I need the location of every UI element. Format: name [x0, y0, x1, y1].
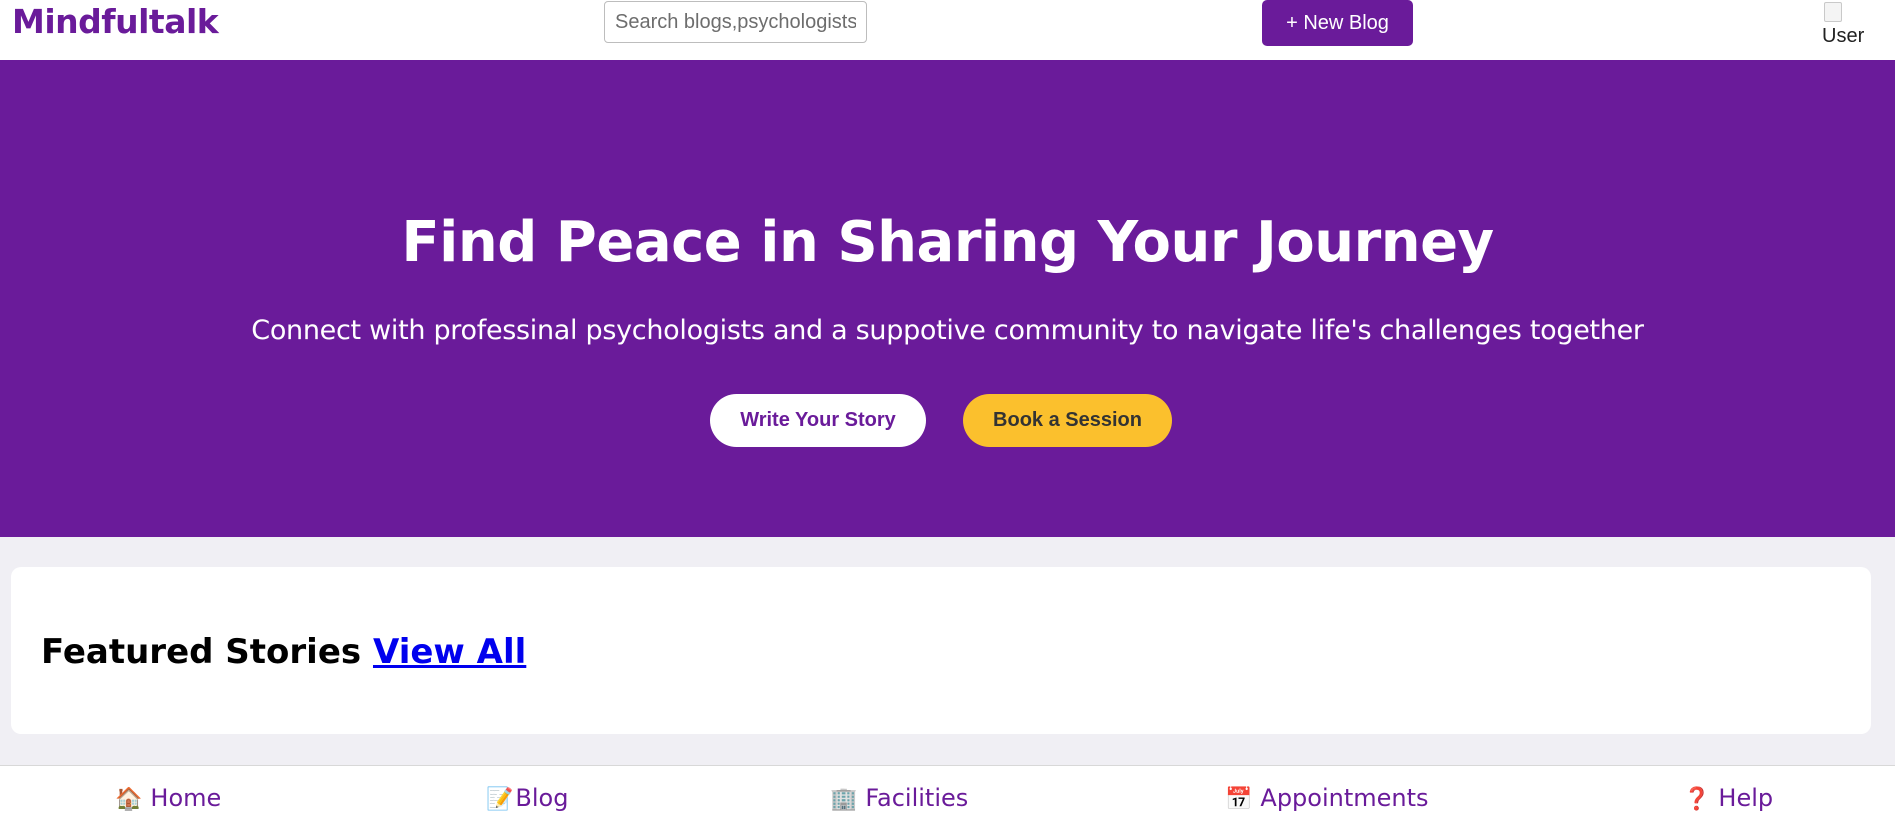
nav-item-label: Blog [515, 784, 569, 812]
search-input[interactable] [604, 1, 867, 43]
top-navbar: Mindfultalk + New Blog User [0, 0, 1895, 60]
hero-title: Find Peace in Sharing Your Journey [401, 210, 1494, 275]
home-icon: 🏠 [115, 787, 143, 812]
hero-subtitle: Connect with professinal psychologists a… [251, 315, 1644, 346]
nav-item-label: Help [1718, 784, 1774, 812]
building-icon: 🏢 [830, 787, 858, 812]
nav-item-label: Home [150, 784, 222, 812]
nav-item-appointments[interactable]: 📅 Appointments [1225, 784, 1429, 812]
hero-section: Find Peace in Sharing Your Journey Conne… [0, 60, 1895, 537]
user-avatar[interactable]: User [1822, 0, 1866, 44]
bottom-navigation: 🏠 Home 📝Blog 🏢 Facilities 📅 Appointments ❓ H… [0, 765, 1895, 825]
view-all-link[interactable]: View All [373, 632, 526, 672]
new-blog-button[interactable]: + New Blog [1262, 0, 1413, 46]
featured-stories-card: Featured Stories View All [11, 567, 1871, 734]
nav-item-blog[interactable]: 📝Blog [486, 784, 568, 812]
nav-item-label: Facilities [865, 784, 969, 812]
featured-stories-title: Featured Stories [41, 632, 362, 672]
write-story-button[interactable]: Write Your Story [710, 394, 926, 447]
nav-item-label: Appointments [1260, 784, 1429, 812]
nav-item-facilities[interactable]: 🏢 Facilities [830, 784, 968, 812]
calendar-icon: 📅 [1225, 787, 1253, 812]
nav-item-help[interactable]: ❓ Help [1683, 784, 1773, 812]
memo-icon: 📝 [486, 787, 514, 812]
book-session-button[interactable]: Book a Session [963, 394, 1172, 447]
nav-item-home[interactable]: 🏠 Home [115, 784, 221, 812]
site-logo[interactable]: Mindfultalk [12, 2, 219, 41]
avatar-alt-text: User [1822, 25, 1865, 44]
featured-stories-heading: Featured Stories View All [41, 632, 526, 672]
question-icon: ❓ [1683, 787, 1711, 812]
broken-image-icon [1824, 2, 1842, 22]
